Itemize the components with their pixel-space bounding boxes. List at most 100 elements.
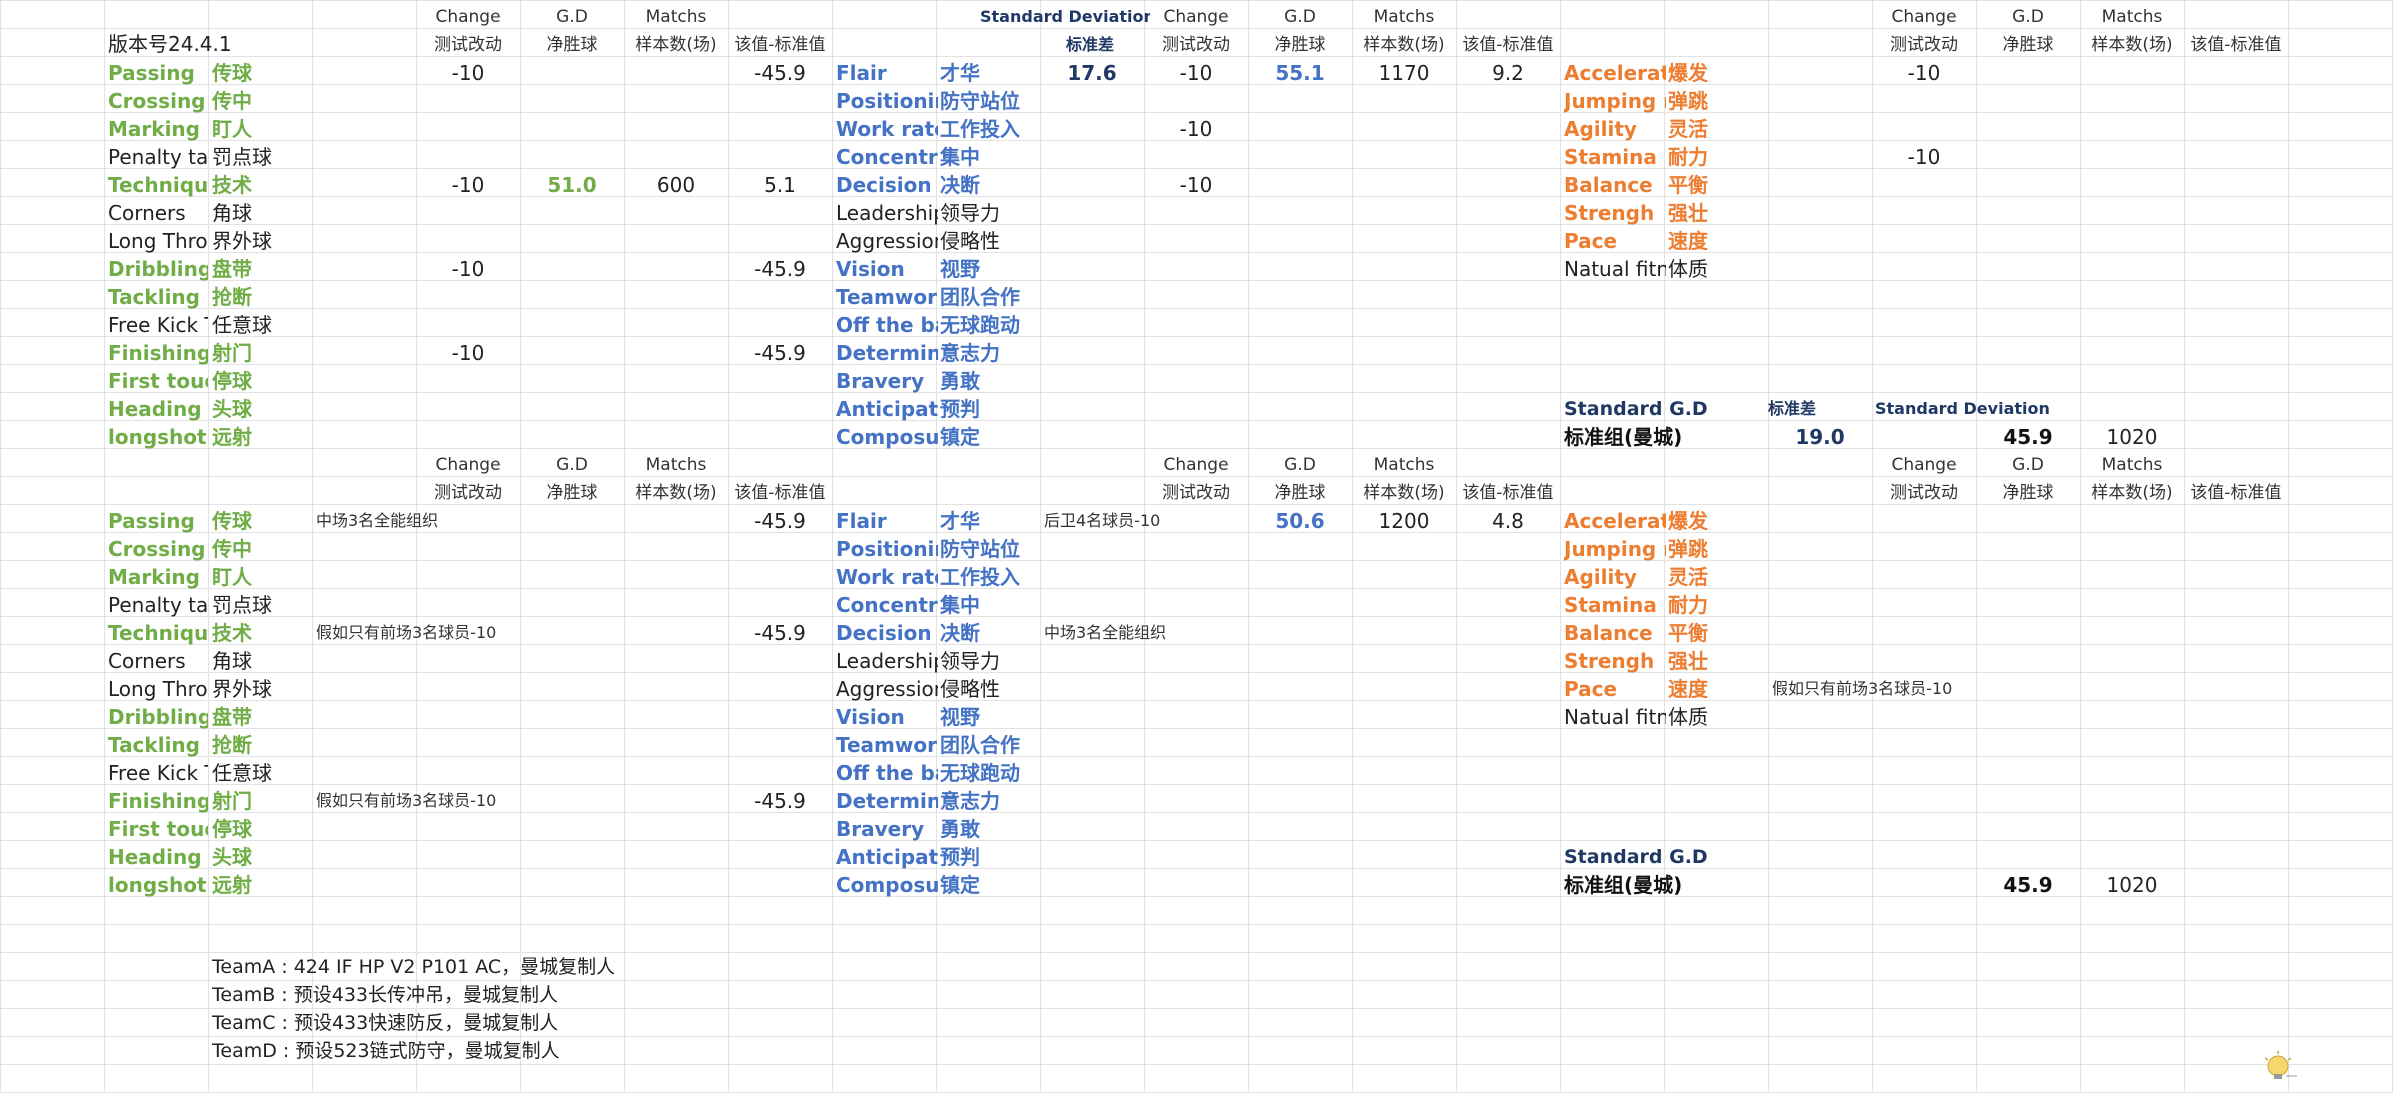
b2-mental-note: 后卫4名球员-10 — [1044, 511, 1161, 530]
team-description: TeamA : 424 IF HP V2 P101 AC，曼城复制人 — [212, 956, 616, 978]
b1-tech-attr-en: Dribbling — [108, 257, 208, 281]
b1-std-matchs: 1020 — [2106, 425, 2158, 449]
b1-mental-attr-en: Anticipatic — [836, 397, 938, 421]
b1-mental-attr-en: Determina — [836, 341, 938, 365]
b1-mental-matchs-header: Matchs — [1373, 7, 1435, 27]
team-description: TeamC : 预设433快速防反，曼城复制人 — [212, 1012, 559, 1034]
b1-physical-attr-en: Pace — [1564, 229, 1618, 253]
b1-tech-attr-cn: 技术 — [212, 173, 252, 197]
b1-tech-gd-header: G.D — [556, 7, 588, 27]
b1-mental-change: -10 — [1179, 61, 1213, 85]
b1-tech-attr-cn: 头球 — [212, 397, 252, 421]
b2-physical-attr-en: Natual fitn — [1564, 705, 1666, 729]
b1-physical-attr-en: Jumping r — [1564, 89, 1666, 113]
b1-mental-change-header: Change — [1163, 7, 1229, 27]
b1-std-value: 19.0 — [1795, 425, 1845, 449]
b2-physical-diff-cn-header: 该值-标准值 — [2190, 483, 2282, 503]
b1-physical-attr-en: Acceleratic — [1564, 61, 1666, 85]
b1-mental-diff-cn-header: 该值-标准值 — [1462, 35, 1554, 55]
lightbulb-icon — [2264, 1051, 2297, 1079]
b1-tech-change: -10 — [451, 341, 485, 365]
b2-mental-attr-en: Off the ba — [836, 761, 938, 785]
b1-tech-attr-en: Heading — [108, 397, 202, 421]
b1-mental-change: -10 — [1179, 173, 1213, 197]
b1-mental-attr-cn: 领导力 — [940, 201, 1000, 225]
b2-tech-attr-cn: 射门 — [212, 789, 252, 813]
b2-tech-attr-cn: 头球 — [212, 845, 252, 869]
b2-mental-attr-cn: 才华 — [940, 509, 980, 533]
b1-mental-std-value: 17.6 — [1067, 61, 1117, 85]
b1-tech-attr-cn: 抢断 — [212, 285, 252, 309]
b1-tech-attr-en: Long Throv — [108, 229, 208, 253]
b2-tech-attr-cn: 抢断 — [212, 733, 252, 757]
b1-physical-change-cn-header: 测试改动 — [1890, 35, 1958, 55]
b1-std-gd: 45.9 — [2003, 425, 2053, 449]
b2-tech-diff: -45.9 — [754, 509, 806, 533]
b1-tech-matchs-header: Matchs — [645, 7, 707, 27]
b2-tech-attr-en: Tackling — [108, 733, 200, 757]
b1-mental-attr-cn: 视野 — [940, 257, 980, 281]
b1-std-cn-label: 标准差 — [1768, 399, 1817, 418]
b1-mental-attr-en: Flair — [836, 61, 887, 85]
b2-physical-attr-cn: 爆发 — [1668, 509, 1708, 533]
b2-mental-attr-cn: 意志力 — [940, 789, 1000, 813]
b1-mental-change-cn-header: 测试改动 — [1162, 35, 1230, 55]
b1-tech-change: -10 — [451, 61, 485, 85]
b1-mental-matchs-cn-header: 样本数(场) — [1363, 35, 1445, 55]
b1-tech-attr-en: Passing — [108, 61, 195, 85]
b1-physical-matchs-cn-header: 样本数(场) — [2091, 35, 2173, 55]
b1-physical-gd-header: G.D — [2012, 7, 2044, 27]
b1-tech-matchs-cn-header: 样本数(场) — [635, 35, 717, 55]
b1-mental-attr-en: Work rate — [836, 117, 938, 141]
b2-physical-attr-en: Jumping r — [1564, 537, 1666, 561]
b1-tech-change: -10 — [451, 257, 485, 281]
b2-tech-attr-cn: 技术 — [212, 621, 252, 645]
b2-mental-attr-en: Composur — [836, 873, 938, 897]
b2-mental-attr-en: Work rate — [836, 565, 938, 589]
b1-mental-matchs: 1170 — [1378, 61, 1430, 85]
b1-mental-attr-cn: 镇定 — [940, 425, 980, 449]
b2-tech-attr-cn: 传球 — [212, 509, 252, 533]
b1-mental-change: -10 — [1179, 117, 1213, 141]
b1-mental-gd: 55.1 — [1275, 61, 1325, 85]
b1-mental-attr-cn: 集中 — [940, 145, 980, 169]
b2-mental-attr-en: Teamwork — [836, 733, 938, 757]
b2-mental-attr-cn: 镇定 — [940, 873, 980, 897]
b2-tech-attr-cn: 停球 — [212, 817, 252, 841]
b1-tech-attr-en: Corners — [108, 201, 186, 225]
b1-physical-attr-cn: 平衡 — [1668, 173, 1708, 197]
b1-physical-attr-en: Strengh — [1564, 201, 1655, 225]
b2-mental-diff-cn-header: 该值-标准值 — [1462, 483, 1554, 503]
b1-physical-attr-cn: 灵活 — [1668, 117, 1708, 141]
b2-mental-change-header: Change — [1163, 455, 1229, 475]
b2-mental-attr-en: Positionin — [836, 537, 938, 561]
b2-mental-matchs-header: Matchs — [1373, 455, 1435, 475]
team-description: TeamB : 预设433长传冲吊，曼城复制人 — [212, 984, 558, 1006]
b2-physical-attr-en: Strengh — [1564, 649, 1655, 673]
b2-std-matchs: 1020 — [2106, 873, 2158, 897]
b1-mental-attr-en: Off the ba — [836, 313, 938, 337]
b1-physical-matchs-header: Matchs — [2101, 7, 2163, 27]
b2-physical-attr-en: Agility — [1564, 565, 1637, 589]
b2-tech-note: 中场3名全能组织 — [316, 511, 439, 530]
b1-tech-diff: -45.9 — [754, 61, 806, 85]
b1-tech-attr-cn: 远射 — [212, 425, 252, 449]
b1-tech-matchs: 600 — [656, 173, 696, 197]
spreadsheet: 版本号24.4.1 Standard Deviation 标准差 Change 测… — [0, 0, 2393, 1093]
b1-tech-diff: -45.9 — [754, 257, 806, 281]
b2-mental-attr-en: Concentra — [836, 593, 938, 617]
b2-mental-gd-cn-header: 净胜球 — [1274, 483, 1326, 503]
b2-tech-matchs-header: Matchs — [645, 455, 707, 475]
b1-mental-attr-cn: 团队合作 — [940, 285, 1020, 309]
b2-tech-diff-cn-header: 该值-标准值 — [734, 483, 826, 503]
b2-tech-attr-en: First touch — [108, 817, 208, 841]
b2-physical-gd-cn-header: 净胜球 — [2002, 483, 2054, 503]
b1-mental-attr-cn: 工作投入 — [940, 117, 1020, 141]
b2-mental-attr-cn: 工作投入 — [940, 565, 1020, 589]
b1-tech-attr-en: Finishing — [108, 341, 208, 365]
b1-tech-attr-en: First touch — [108, 369, 208, 393]
b2-tech-change-cn-header: 测试改动 — [434, 483, 502, 503]
b1-mental-attr-en: Composur — [836, 425, 938, 449]
b2-mental-attr-cn: 预判 — [940, 845, 980, 869]
b2-tech-attr-en: Passing — [108, 509, 195, 533]
